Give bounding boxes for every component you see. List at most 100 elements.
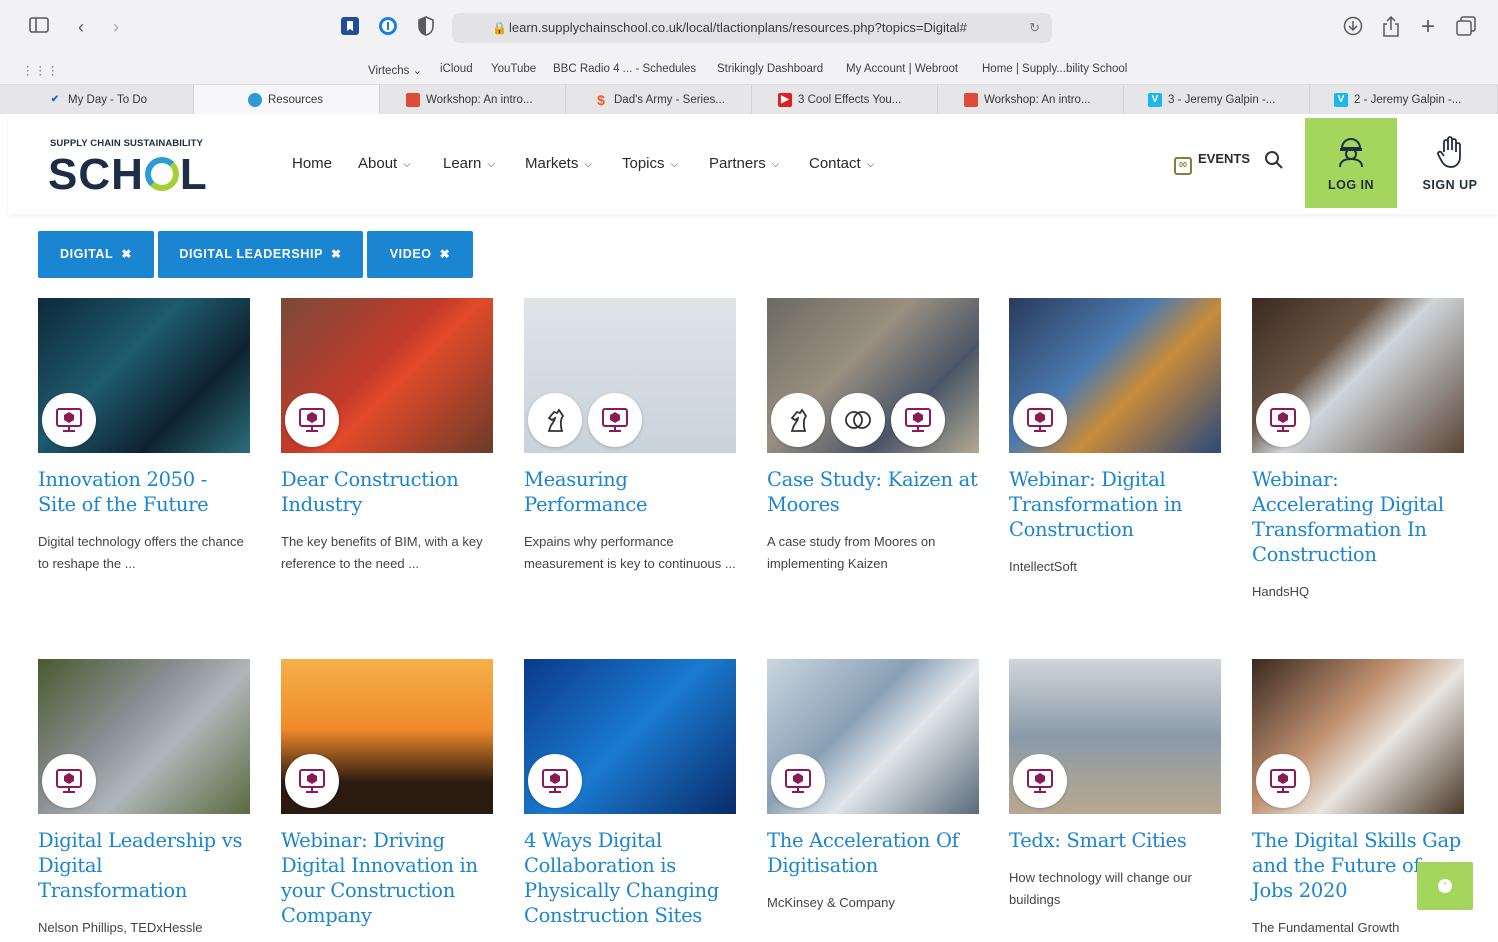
tab-overview-icon[interactable]: [1455, 16, 1477, 38]
filter-chip-video[interactable]: VIDEO ✖: [367, 231, 473, 278]
resource-thumbnail[interactable]: [767, 298, 979, 453]
resource-card[interactable]: The Acceleration Of Digitisation McKinsey…: [767, 659, 979, 914]
nav-about[interactable]: About ⌵: [358, 155, 411, 172]
resource-description: How technology will change our buildings: [1009, 870, 1192, 907]
browser-toolbar: ‹ › 🔒 learn.supplychainschool.co.uk/loca…: [0, 0, 1498, 56]
chevron-down-icon: ⌵: [771, 159, 780, 170]
browser-tab[interactable]: Workshop: An intro...: [938, 85, 1124, 115]
share-icon[interactable]: [1380, 15, 1402, 38]
resource-thumbnail[interactable]: [1252, 298, 1464, 453]
computer-video-icon: [1256, 754, 1310, 808]
filter-chip-digital-leadership[interactable]: DIGITAL LEADERSHIP ✖: [158, 231, 363, 278]
download-icon[interactable]: [1342, 16, 1364, 38]
nav-partners[interactable]: Partners ⌵: [709, 155, 779, 172]
close-icon: ✖: [439, 247, 451, 261]
venn-icon: [831, 393, 885, 447]
resource-card[interactable]: Innovation 2050 - Site of the Future Digi…: [38, 298, 250, 575]
resource-card[interactable]: Webinar: Accelerating Digital Transforma…: [1252, 298, 1464, 603]
bookmark-item[interactable]: iCloud: [440, 63, 473, 75]
site-header: SUPPLY CHAIN SUSTAINABILITY SCH L Home Ab…: [8, 114, 1498, 214]
apps-grid-icon[interactable]: ⋮⋮⋮: [22, 63, 60, 77]
bookmark-item[interactable]: Virtechs ⌄: [368, 63, 422, 77]
bookmark-item[interactable]: My Account | Webroot: [846, 63, 958, 75]
resource-card[interactable]: 4 Ways Digital Collaboration is Physical…: [524, 659, 736, 942]
resource-card[interactable]: Webinar: Digital Transformation in Const…: [1009, 298, 1221, 578]
resource-title[interactable]: 4 Ways Digital Collaboration is Physical…: [524, 828, 736, 928]
bookmarks-bar: ⋮⋮⋮ Virtechs ⌄ iCloud YouTube BBC Radio …: [0, 56, 1498, 84]
resource-thumbnail[interactable]: [767, 659, 979, 814]
signup-button[interactable]: SIGN UP: [1405, 118, 1495, 208]
address-bar[interactable]: 🔒 learn.supplychainschool.co.uk/local/tl…: [452, 13, 1052, 43]
resource-thumbnail[interactable]: [281, 659, 493, 814]
resource-thumbnail[interactable]: [1009, 298, 1221, 453]
resource-thumbnail[interactable]: [38, 659, 250, 814]
resource-card[interactable]: Webinar: Driving Digital Innovation in y…: [281, 659, 493, 942]
nav-markets[interactable]: Markets ⌵: [525, 155, 592, 172]
browser-tab[interactable]: V2 - Jeremy Galpin -...: [1310, 85, 1498, 115]
resource-description: Digital technology offers the chance to …: [38, 534, 244, 571]
bookmark-extension-icon[interactable]: [339, 16, 361, 38]
resource-thumbnail[interactable]: [38, 298, 250, 453]
resource-thumbnail[interactable]: [524, 659, 736, 814]
resource-title[interactable]: The Acceleration Of Digitisation: [767, 828, 979, 878]
chart-favicon-icon: [964, 92, 978, 107]
resource-description: IntellectSoft: [1009, 559, 1077, 574]
resource-thumbnail[interactable]: [281, 298, 493, 453]
resource-card[interactable]: Digital Leadership vs Digital Transforma…: [38, 659, 250, 939]
resource-thumbnail[interactable]: [1009, 659, 1221, 814]
filter-chip-digital[interactable]: DIGITAL ✖: [38, 231, 154, 278]
resource-title[interactable]: Dear Construction Industry: [281, 467, 493, 517]
computer-video-icon: [1013, 393, 1067, 447]
browser-tab[interactable]: $ Dad's Army - Series...: [566, 85, 752, 115]
resource-thumbnail[interactable]: [524, 298, 736, 453]
password-manager-icon[interactable]: [377, 16, 399, 38]
resource-card[interactable]: Dear Construction Industry The key benefi…: [281, 298, 493, 575]
nav-home[interactable]: Home: [292, 155, 332, 172]
resource-card[interactable]: Tedx: Smart Cities How technology will ch…: [1009, 659, 1221, 911]
browser-tab[interactable]: Workshop: An intro...: [380, 85, 566, 115]
resource-card[interactable]: Measuring Performance Expains why perform…: [524, 298, 736, 575]
chess-knight-icon: [528, 393, 582, 447]
resource-title[interactable]: Case Study: Kaizen at Moores: [767, 467, 979, 517]
forward-icon[interactable]: ›: [105, 16, 127, 38]
resource-title[interactable]: Innovation 2050 - Site of the Future: [38, 467, 250, 517]
computer-video-icon: [1256, 393, 1310, 447]
resource-thumbnail[interactable]: [1252, 659, 1464, 814]
bookmark-item[interactable]: Strikingly Dashboard: [717, 63, 823, 75]
new-tab-icon[interactable]: +: [1417, 15, 1439, 39]
browser-tab[interactable]: V3 - Jeremy Galpin -...: [1124, 85, 1310, 115]
resource-title[interactable]: Webinar: Accelerating Digital Transforma…: [1252, 467, 1464, 567]
nav-contact[interactable]: Contact ⌵: [809, 155, 874, 172]
login-button[interactable]: LOG IN: [1305, 118, 1397, 208]
resource-card[interactable]: Case Study: Kaizen at Moores A case study…: [767, 298, 979, 575]
bookmark-item[interactable]: Home | Supply...bility School: [982, 63, 1127, 75]
computer-video-icon: [528, 754, 582, 808]
computer-video-icon: [42, 754, 96, 808]
site-logo[interactable]: SUPPLY CHAIN SUSTAINABILITY SCH L: [8, 114, 264, 214]
chevron-down-icon: ⌵: [584, 159, 592, 170]
bookmark-item[interactable]: YouTube: [491, 63, 536, 75]
shield-icon[interactable]: [415, 16, 437, 38]
resource-title[interactable]: Tedx: Smart Cities: [1009, 828, 1221, 853]
scroll-to-top-button[interactable]: ⌃: [1417, 862, 1473, 910]
search-icon[interactable]: [1264, 150, 1284, 170]
bookmark-item[interactable]: BBC Radio 4 ... - Schedules: [553, 63, 696, 75]
back-icon[interactable]: ‹: [70, 16, 92, 38]
browser-tab[interactable]: ✔ My Day - To Do: [8, 85, 194, 115]
close-icon: ✖: [331, 247, 342, 261]
resource-description: The Fundamental Growth: [1252, 920, 1400, 935]
resource-title[interactable]: Digital Leadership vs Digital Transforma…: [38, 828, 250, 903]
browser-tab-active[interactable]: Resources: [194, 85, 380, 115]
resource-title[interactable]: Measuring Performance: [524, 467, 736, 517]
resource-title[interactable]: Webinar: Digital Transformation in Const…: [1009, 467, 1221, 542]
nav-topics[interactable]: Topics ⌵: [622, 155, 678, 172]
reload-icon[interactable]: ↻: [1029, 13, 1040, 43]
resource-title[interactable]: Webinar: Driving Digital Innovation in y…: [281, 828, 493, 928]
logo-tagline: SUPPLY CHAIN SUSTAINABILITY: [50, 138, 203, 149]
arrow-up-icon: ⌃: [1438, 879, 1452, 893]
sidebar-toggle-icon[interactable]: [28, 16, 50, 38]
computer-video-icon: [588, 393, 642, 447]
nav-learn[interactable]: Learn ⌵: [443, 155, 495, 172]
events-link[interactable]: 00 EVENTS: [1174, 151, 1250, 175]
browser-tab[interactable]: ▶ 3 Cool Effects You...: [752, 85, 938, 115]
